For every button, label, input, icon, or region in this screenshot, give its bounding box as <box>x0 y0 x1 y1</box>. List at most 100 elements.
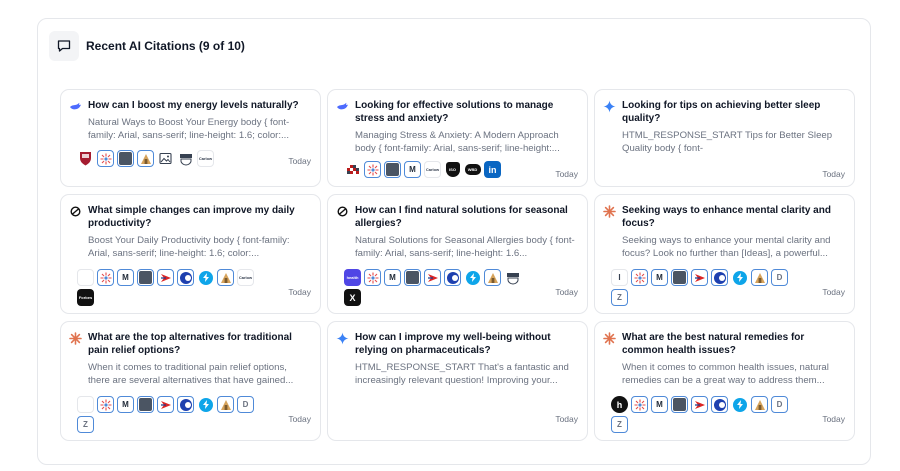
c-logo-icon[interactable] <box>711 269 728 286</box>
i-logo-icon[interactable]: I <box>611 269 628 286</box>
chevron-red-icon[interactable] <box>157 396 174 413</box>
citation-card[interactable]: What are the top alternatives for tradit… <box>60 321 321 441</box>
d-logo-icon[interactable]: D <box>771 269 788 286</box>
card-question: Looking for tips on achieving better sle… <box>622 100 821 124</box>
source-label: M <box>656 400 663 409</box>
gray-logo-icon[interactable] <box>671 396 688 413</box>
asterisk-icon <box>603 205 616 218</box>
gray-logo-icon[interactable] <box>404 269 421 286</box>
bolt-icon[interactable] <box>731 396 748 413</box>
house-icon[interactable] <box>217 269 234 286</box>
m-logo-icon[interactable]: M <box>404 161 421 178</box>
m-logo-icon[interactable]: M <box>117 269 134 286</box>
z-logo-icon[interactable]: Z <box>611 416 628 433</box>
shield-dark-icon[interactable]: ISO <box>444 161 461 178</box>
image-icon[interactable] <box>157 150 174 167</box>
gray-logo-icon[interactable] <box>137 396 154 413</box>
source-label: WBD <box>467 167 478 172</box>
c-logo-icon[interactable] <box>177 396 194 413</box>
citation-card[interactable]: What simple changes can improve my daily… <box>60 194 321 314</box>
card-question: How can I find natural solutions for sea… <box>355 205 568 229</box>
z-logo-icon[interactable]: Z <box>611 289 628 306</box>
c-logo-icon[interactable] <box>444 269 461 286</box>
bolt-icon[interactable] <box>197 396 214 413</box>
house-icon[interactable] <box>751 269 768 286</box>
bolt-icon[interactable] <box>197 269 214 286</box>
m-logo-icon[interactable]: M <box>651 269 668 286</box>
sunburst-icon[interactable] <box>97 150 114 167</box>
source-list: health M X <box>344 269 536 306</box>
gray-logo-icon[interactable] <box>137 269 154 286</box>
crest-icon[interactable] <box>504 269 521 286</box>
gray-logo-icon[interactable] <box>384 161 401 178</box>
wordmark-icon[interactable]: Carlow <box>424 161 441 178</box>
dark-square-icon[interactable]: Forbes <box>77 289 94 306</box>
card-date: Today <box>555 287 578 297</box>
wordmark-icon[interactable]: Carlow <box>237 269 254 286</box>
blank-icon[interactable] <box>77 396 94 413</box>
pill-dark-icon[interactable]: WBD <box>464 161 481 178</box>
chevron-red-icon[interactable] <box>424 269 441 286</box>
source-label: ISO <box>449 167 456 172</box>
harvard-shield-icon[interactable] <box>77 150 94 167</box>
house-icon[interactable] <box>137 150 154 167</box>
citation-card[interactable]: Looking for tips on achieving better sle… <box>594 89 855 187</box>
card-snippet: When it comes to common health issues, n… <box>622 362 829 386</box>
citation-card[interactable]: How can I improve my well-being without … <box>327 321 588 441</box>
sunburst-icon[interactable] <box>631 396 648 413</box>
c-logo-icon[interactable] <box>177 269 194 286</box>
whale-icon <box>336 100 349 113</box>
sparkle-icon <box>336 332 349 345</box>
house-icon[interactable] <box>484 269 501 286</box>
linkedin-icon[interactable]: in <box>484 161 501 178</box>
blue-square-icon[interactable]: health <box>344 269 361 286</box>
card-date: Today <box>555 169 578 179</box>
card-date: Today <box>555 414 578 424</box>
source-list: I M D Z <box>611 269 803 306</box>
sunburst-icon[interactable] <box>631 269 648 286</box>
d-logo-icon[interactable]: D <box>771 396 788 413</box>
z-logo-icon[interactable]: Z <box>77 416 94 433</box>
m-logo-icon[interactable]: M <box>384 269 401 286</box>
d-logo-icon[interactable]: D <box>237 396 254 413</box>
source-label: Carlow <box>198 156 213 161</box>
citation-card[interactable]: How can I boost my energy levels natural… <box>60 89 321 187</box>
card-snippet: When it comes to traditional pain relief… <box>88 362 294 386</box>
x-logo-icon[interactable]: X <box>344 289 361 306</box>
source-label: M <box>409 165 416 174</box>
crest-icon[interactable] <box>177 150 194 167</box>
sunburst-icon[interactable] <box>97 269 114 286</box>
blank-icon[interactable] <box>77 269 94 286</box>
card-snippet: Managing Stress & Anxiety: A Modern Appr… <box>355 130 560 154</box>
citation-card[interactable]: Looking for effective solutions to manag… <box>327 89 588 187</box>
wordmark-icon[interactable]: Carlow <box>197 150 214 167</box>
house-icon[interactable] <box>751 396 768 413</box>
source-label: in <box>488 164 497 175</box>
card-date: Today <box>288 156 311 166</box>
m-logo-icon[interactable]: M <box>651 396 668 413</box>
chevron-red-icon[interactable] <box>157 269 174 286</box>
source-list: M Carlow Forbes <box>77 269 269 306</box>
house-icon[interactable] <box>217 396 234 413</box>
gray-logo-icon[interactable] <box>671 269 688 286</box>
citation-card[interactable]: Seeking ways to enhance mental clarity a… <box>594 194 855 314</box>
chevron-red-icon[interactable] <box>691 269 708 286</box>
sunburst-icon[interactable] <box>364 269 381 286</box>
citation-card[interactable]: How can I find natural solutions for sea… <box>327 194 588 314</box>
sunburst-icon[interactable] <box>364 161 381 178</box>
bolt-icon[interactable] <box>464 269 481 286</box>
chevron-red-icon[interactable] <box>691 396 708 413</box>
bolt-icon[interactable] <box>731 269 748 286</box>
openai-icon <box>69 205 82 218</box>
source-list: M D Z <box>77 396 269 433</box>
c-logo-icon[interactable] <box>711 396 728 413</box>
source-label: Carlow <box>425 167 440 172</box>
gray-logo-icon[interactable] <box>117 150 134 167</box>
checker-icon[interactable] <box>344 161 361 178</box>
m-logo-icon[interactable]: M <box>117 396 134 413</box>
card-date: Today <box>822 414 845 424</box>
asterisk-icon <box>69 332 82 345</box>
citation-card[interactable]: What are the best natural remedies for c… <box>594 321 855 441</box>
sunburst-icon[interactable] <box>97 396 114 413</box>
h-logo-icon[interactable]: h <box>611 396 628 413</box>
